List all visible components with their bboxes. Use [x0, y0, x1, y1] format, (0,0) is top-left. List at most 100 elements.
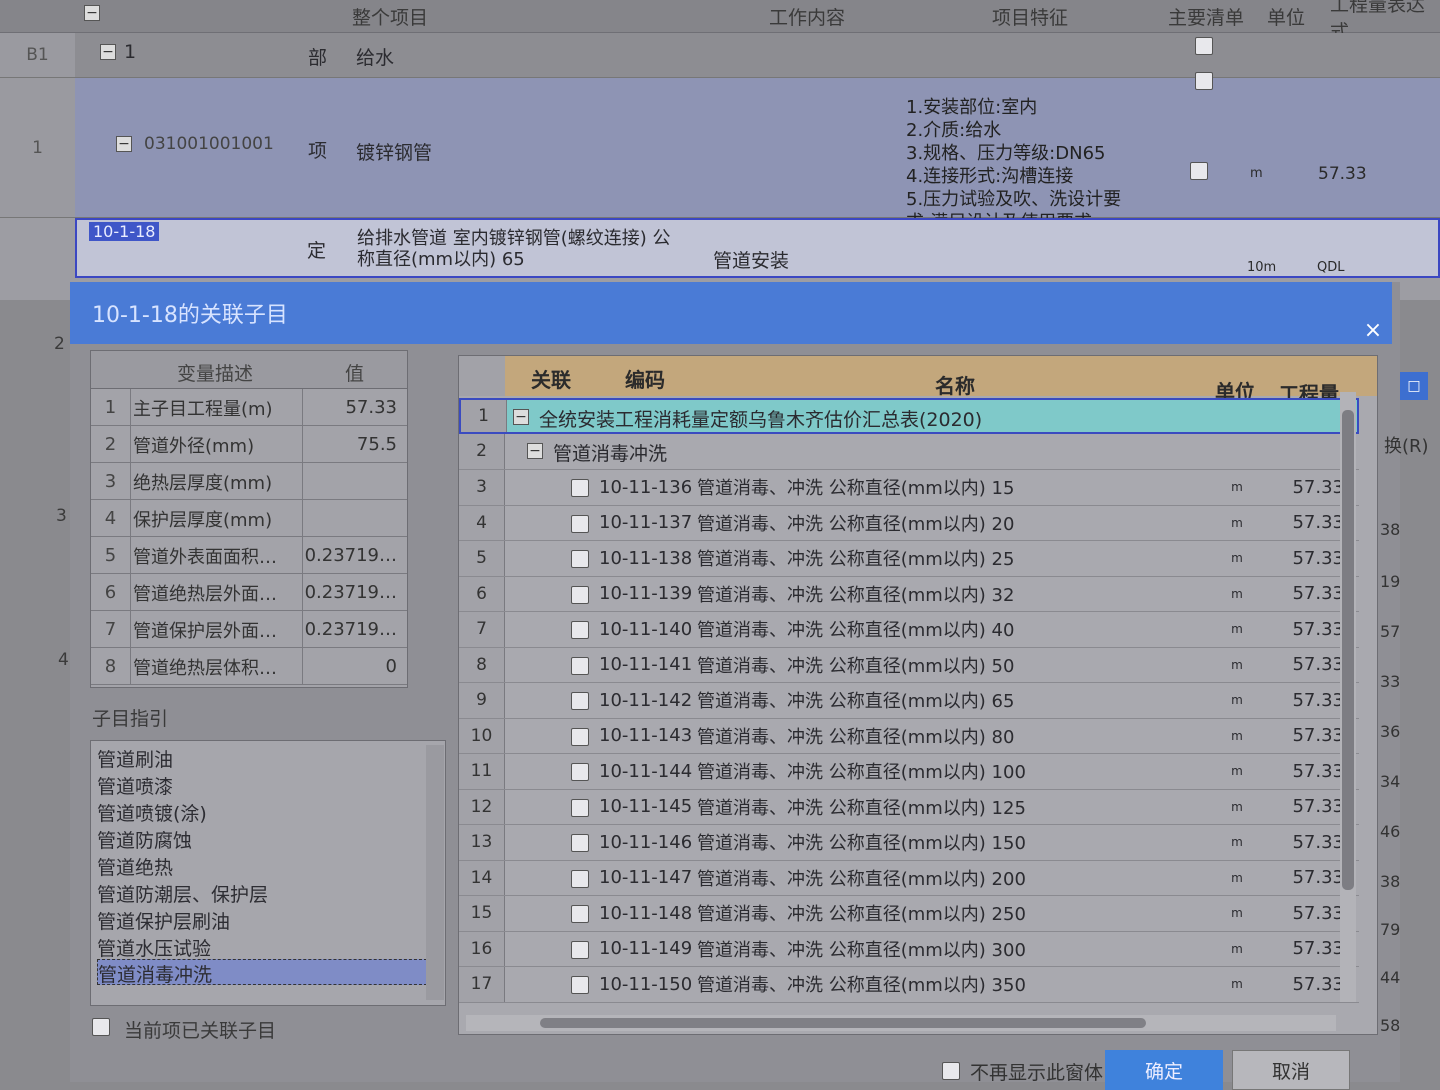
cancel-button[interactable]: 取消 — [1232, 1050, 1350, 1090]
item-code: 10-11-144 — [599, 760, 693, 782]
variable-value[interactable]: 0.23719… — [305, 611, 403, 648]
table-row[interactable]: 9 10-11-142 管道消毒、冲洗 公称直径(mm以内) 65 m 57.33 — [459, 683, 1359, 719]
link-checkbox[interactable] — [571, 976, 589, 994]
link-checkbox[interactable] — [571, 656, 589, 675]
variable-row[interactable]: 8 管道绝热层体积… 0 — [91, 648, 407, 685]
current-linked-checkbox[interactable] — [92, 1018, 110, 1036]
guide-scrollbar[interactable] — [426, 745, 444, 1000]
variable-row[interactable]: 5 管道外表面面积… 0.23719… — [91, 537, 407, 574]
table-row[interactable]: 10 10-11-143 管道消毒、冲洗 公称直径(mm以内) 80 m 57.33 — [459, 718, 1359, 754]
group-row[interactable]: 2 − 管道消毒冲洗 — [459, 434, 1359, 470]
item-qty[interactable]: 57.33 — [1274, 861, 1344, 896]
item-qty[interactable]: 57.33 — [1274, 470, 1344, 505]
table-row[interactable]: 15 10-11-148 管道消毒、冲洗 公称直径(mm以内) 250 m 57.33 — [459, 896, 1359, 932]
variable-row[interactable]: 1 主子目工程量(m) 57.33 — [91, 389, 407, 426]
item-qty[interactable]: 57.33 — [1274, 790, 1344, 825]
guide-item-selected[interactable]: 管道消毒冲洗 — [97, 959, 427, 986]
guide-item[interactable]: 管道保护层刷油 — [97, 907, 230, 933]
scrollbar-thumb[interactable] — [540, 1018, 1146, 1028]
sheet-row-b1[interactable]: B1 − 1 部 给水 — [0, 33, 1440, 78]
table-row[interactable]: 7 10-11-140 管道消毒、冲洗 公称直径(mm以内) 40 m 57.33 — [459, 612, 1359, 648]
item-qty[interactable]: 57.33 — [1274, 612, 1344, 647]
item-qty[interactable]: 57.33 — [1274, 754, 1344, 789]
table-row[interactable]: 16 10-11-149 管道消毒、冲洗 公称直径(mm以内) 300 m 57.33 — [459, 931, 1359, 967]
main-list-checkbox[interactable] — [1190, 162, 1208, 180]
table-row[interactable]: 8 10-11-141 管道消毒、冲洗 公称直径(mm以内) 50 m 57.33 — [459, 647, 1359, 683]
dont-show-checkbox[interactable] — [942, 1062, 960, 1080]
table-row[interactable]: 17 10-11-150 管道消毒、冲洗 公称直径(mm以内) 350 m 57.33 — [459, 967, 1359, 1003]
table-row[interactable]: 3 10-11-136 管道消毒、冲洗 公称直径(mm以内) 15 m 57.33 — [459, 470, 1359, 506]
partial-row-number: 79 — [1380, 920, 1401, 939]
link-checkbox[interactable] — [571, 869, 589, 888]
close-icon[interactable]: × — [1360, 318, 1386, 344]
item-qty[interactable]: 57.33 — [1274, 825, 1344, 860]
link-checkbox[interactable] — [571, 550, 589, 568]
guide-item[interactable]: 管道防潮层、保护层 — [97, 880, 268, 906]
variable-row[interactable]: 6 管道绝热层外面… 0.23719… — [91, 574, 407, 611]
guide-item[interactable]: 管道水压试验 — [97, 934, 211, 960]
ok-button[interactable]: 确定 — [1105, 1050, 1223, 1090]
table-row[interactable]: 12 10-11-145 管道消毒、冲洗 公称直径(mm以内) 125 m 57.33 — [459, 789, 1359, 825]
item-qty[interactable]: 57.33 — [1274, 932, 1344, 967]
variable-row[interactable]: 3 绝热层厚度(mm) — [91, 463, 407, 500]
row-number: 1 — [461, 400, 507, 432]
table-row[interactable]: 11 10-11-144 管道消毒、冲洗 公称直径(mm以内) 100 m 57.33 — [459, 754, 1359, 790]
variable-value[interactable]: 75.5 — [305, 426, 403, 463]
link-checkbox[interactable] — [571, 479, 589, 497]
table-row[interactable]: 14 10-11-147 管道消毒、冲洗 公称直径(mm以内) 200 m 57.33 — [459, 860, 1359, 896]
variable-value[interactable]: 0 — [305, 648, 403, 685]
collapse-icon[interactable]: − — [513, 409, 529, 425]
collapse-icon[interactable]: − — [100, 44, 116, 60]
item-name: 管道消毒、冲洗 公称直径(mm以内) 300 — [697, 939, 1026, 961]
guide-item[interactable]: 管道刷油 — [97, 745, 173, 771]
link-checkbox[interactable] — [571, 798, 589, 817]
guide-item[interactable]: 管道防腐蚀 — [97, 826, 192, 852]
table-row[interactable]: 4 10-11-137 管道消毒、冲洗 公称直径(mm以内) 20 m 57.33 — [459, 505, 1359, 541]
item-qty[interactable]: 57.33 — [1274, 967, 1344, 1002]
main-list-checkbox[interactable] — [1195, 37, 1213, 55]
restore-icon[interactable]: □ — [1400, 372, 1428, 400]
guide-item[interactable]: 管道喷镀(涂) — [97, 799, 207, 825]
link-checkbox[interactable] — [571, 727, 589, 746]
link-checkbox[interactable] — [571, 940, 589, 959]
variable-value[interactable]: 57.33 — [305, 389, 403, 426]
link-checkbox[interactable] — [571, 834, 589, 852]
item-qty[interactable]: 57.33 — [1274, 506, 1344, 541]
table-row[interactable]: 6 10-11-139 管道消毒、冲洗 公称直径(mm以内) 32 m 57.33 — [459, 576, 1359, 612]
item-qty[interactable]: 57.33 — [1274, 648, 1344, 683]
variable-value[interactable]: 0.23719… — [305, 574, 403, 611]
item-qty[interactable]: 57.33 — [1274, 683, 1344, 718]
link-checkbox[interactable] — [571, 621, 589, 639]
replace-label[interactable]: 换(R) — [1384, 432, 1429, 458]
link-checkbox[interactable] — [571, 905, 589, 923]
item-qty[interactable]: 57.33 — [1274, 896, 1344, 931]
item-qty[interactable]: 57.33 — [1274, 577, 1344, 612]
item-qty[interactable]: 57.33 — [1274, 541, 1344, 576]
collapse-all-icon[interactable]: − — [84, 5, 100, 21]
main-list-checkbox[interactable] — [1195, 72, 1213, 90]
header-unit: 单位 — [1266, 7, 1305, 29]
row-code[interactable]: 10-1-18 — [89, 222, 160, 241]
variable-value[interactable] — [305, 463, 403, 500]
collapse-icon[interactable]: − — [116, 136, 132, 152]
collapse-icon[interactable]: − — [527, 443, 543, 459]
group-row[interactable]: 1 − 全统安装工程消耗量定额乌鲁木齐估价汇总表(2020) — [459, 398, 1359, 434]
variable-row[interactable]: 2 管道外径(mm) 75.5 — [91, 426, 407, 463]
variable-value[interactable] — [305, 500, 403, 537]
variable-value[interactable]: 0.23719… — [305, 537, 403, 574]
variable-row[interactable]: 7 管道保护层外面… 0.23719… — [91, 611, 407, 648]
item-qty[interactable]: 57.33 — [1274, 719, 1344, 754]
sheet-row-1[interactable]: 1 − 031001001001 项 镀锌钢管 1.安装部位:室内 2.介质:给… — [0, 72, 1440, 233]
sheet-row-selected-definition[interactable]: 10-1-18 定 给排水管道 室内镀锌钢管(螺纹连接) 公 称直径(mm以内)… — [75, 218, 1440, 278]
table-row[interactable]: 13 10-11-146 管道消毒、冲洗 公称直径(mm以内) 150 m 57.33 — [459, 825, 1359, 861]
link-checkbox[interactable] — [571, 692, 589, 710]
table-row[interactable]: 5 10-11-138 管道消毒、冲洗 公称直径(mm以内) 25 m 57.33 — [459, 541, 1359, 577]
link-checkbox[interactable] — [571, 585, 589, 604]
guide-item[interactable]: 管道喷漆 — [97, 772, 173, 798]
guide-item[interactable]: 管道绝热 — [97, 853, 173, 879]
scrollbar-thumb[interactable] — [1342, 410, 1354, 890]
link-checkbox[interactable] — [571, 514, 589, 533]
variable-row[interactable]: 4 保护层厚度(mm) — [91, 500, 407, 537]
link-checkbox[interactable] — [571, 763, 589, 781]
partial-row-number: 34 — [1380, 772, 1401, 791]
